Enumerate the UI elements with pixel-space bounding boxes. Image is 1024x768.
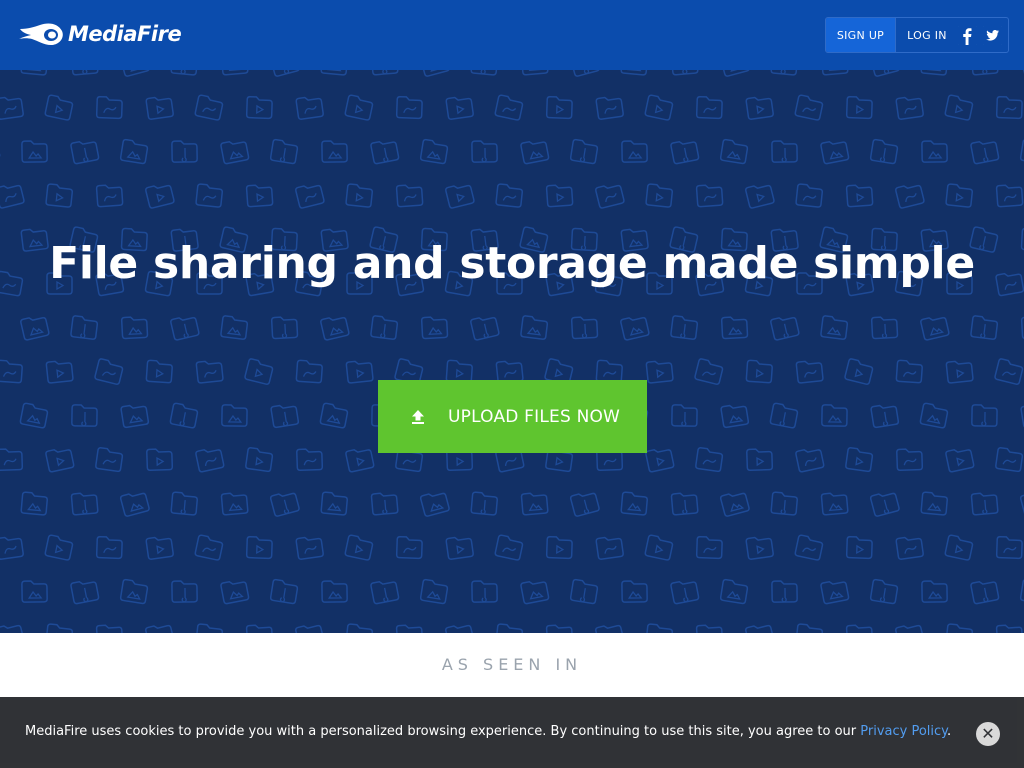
privacy-policy-link[interactable]: Privacy Policy (860, 724, 947, 739)
site-header: MediaFire SIGN UP LOG IN (0, 0, 1024, 70)
signup-button[interactable]: SIGN UP (826, 18, 896, 52)
upload-files-label: UPLOAD FILES NOW (448, 406, 621, 427)
login-button[interactable]: LOG IN (896, 18, 958, 52)
upload-arrow-icon (412, 409, 424, 424)
facebook-icon[interactable] (958, 25, 977, 45)
mediafire-logo[interactable]: MediaFire (18, 21, 182, 47)
hero-title: File sharing and storage made simple (49, 238, 975, 289)
twitter-icon[interactable] (983, 25, 1002, 45)
cookie-message-end: . (947, 724, 952, 739)
cookie-message-text: MediaFire uses cookies to provide you wi… (25, 724, 861, 739)
folder-pattern-background (0, 70, 1024, 633)
hero-section: File sharing and storage made simple UPL… (0, 70, 1024, 633)
close-icon[interactable]: ✕ (976, 722, 1000, 746)
cookie-message: MediaFire uses cookies to provide you wi… (25, 724, 951, 739)
as-seen-in-title: AS SEEN IN (441, 655, 583, 674)
social-links (958, 25, 1002, 45)
flame-logo-icon (19, 23, 63, 45)
upload-files-button[interactable]: UPLOAD FILES NOW (378, 380, 647, 453)
header-nav: SIGN UP LOG IN (825, 17, 1009, 53)
cookie-banner: MediaFire uses cookies to provide you wi… (0, 697, 1024, 768)
brand-name: MediaFire (68, 22, 182, 46)
